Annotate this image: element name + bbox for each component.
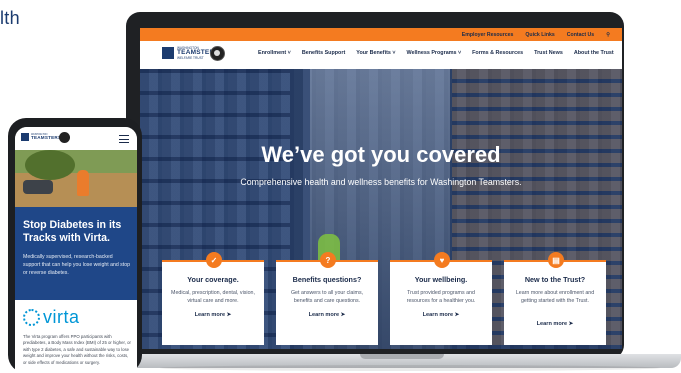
- person: [77, 170, 89, 196]
- hero-subtitle: Comprehensive health and wellness benefi…: [240, 177, 522, 187]
- utility-bar: Employer Resources Quick Links Contact U…: [140, 28, 622, 41]
- logo-big-text: TEAMSTERS: [31, 134, 62, 140]
- composite-mockup: lth Employer Resources Quick Links Conta…: [0, 0, 681, 373]
- heart-hand-icon: ♥: [434, 252, 450, 268]
- card-body: Get answers to all your claims, benefits…: [290, 290, 364, 305]
- virta-logo: virta: [23, 308, 80, 326]
- mobile-hero-title: Stop Diabetes in its Tracks with Virta.: [23, 219, 122, 244]
- mobile-header: WASHINGTON TEAMSTERS: [15, 127, 137, 150]
- card-your-coverage[interactable]: ✓ Your coverage. Medical, prescription, …: [162, 252, 264, 345]
- nav-item-enrollment[interactable]: Enrollment ˅: [258, 50, 291, 56]
- card-your-wellbeing[interactable]: ♥ Your wellbeing. Trust provided program…: [390, 252, 492, 345]
- card-title: Your coverage.: [187, 275, 239, 284]
- hamburger-menu-icon[interactable]: [119, 135, 129, 143]
- cropped-heading-fragment: lth: [0, 8, 20, 28]
- card-title: New to the Trust?: [524, 275, 586, 284]
- nav-item-trust-news[interactable]: Trust News: [534, 50, 563, 56]
- nav-item-your-benefits[interactable]: Your Benefits ˅: [356, 50, 395, 56]
- mobile-hero: Stop Diabetes in its Tracks with Virta. …: [15, 207, 137, 300]
- virta-section: virta The Virta program offers PPO parti…: [15, 300, 137, 373]
- main-navigation: WASHINGTON TEAMSTERS WELFARE TRUST Enrol…: [140, 41, 622, 69]
- nav-item-forms-resources[interactable]: Forms & Resources: [472, 50, 523, 56]
- nav-item-benefits-support[interactable]: Benefits Support: [302, 50, 345, 56]
- tree: [25, 150, 75, 180]
- laptop-shadow: [160, 365, 660, 371]
- search-icon[interactable]: ⚲: [606, 32, 610, 38]
- virta-description: The Virta program offers PPO participant…: [23, 334, 131, 365]
- learn-more-link[interactable]: Learn more ➤: [504, 321, 606, 327]
- virta-ring-icon: [23, 308, 40, 326]
- utility-link-quick-links[interactable]: Quick Links: [525, 32, 554, 38]
- teamsters-seal-icon: [210, 46, 225, 61]
- book-icon: ▤: [548, 252, 564, 268]
- car: [23, 180, 53, 194]
- learn-more-link[interactable]: Learn more ➤: [276, 312, 378, 318]
- laptop-base-notch: [360, 354, 444, 359]
- desktop-website: Employer Resources Quick Links Contact U…: [140, 28, 622, 349]
- card-new-to-the-trust[interactable]: ▤ New to the Trust? Learn more about enr…: [504, 252, 606, 345]
- utility-link-employer-resources[interactable]: Employer Resources: [462, 32, 514, 38]
- learn-more-link[interactable]: Learn more ➤: [162, 312, 264, 318]
- nav-item-about-the-trust[interactable]: About the Trust: [574, 50, 614, 56]
- utility-link-contact-us[interactable]: Contact Us: [567, 32, 594, 38]
- logo-mark-icon: [162, 47, 174, 60]
- question-icon: ?: [320, 252, 336, 268]
- card-body: Learn more about enrollment and getting …: [515, 290, 595, 305]
- mobile-hero-body: Medically supervised, research-backed su…: [23, 254, 130, 276]
- hero-banner: We’ve got you covered Comprehensive heal…: [140, 69, 622, 349]
- card-benefits-questions[interactable]: ? Benefits questions? Get answers to all…: [276, 252, 378, 345]
- nav-menu: Enrollment ˅ Benefits Support Your Benef…: [258, 50, 614, 56]
- logo-mark-icon: [21, 133, 29, 141]
- mobile-hero-photo: [15, 150, 137, 207]
- mobile-site-logo[interactable]: WASHINGTON TEAMSTERS: [21, 133, 61, 141]
- card-title: Your wellbeing.: [414, 275, 468, 284]
- virta-wordmark: virta: [43, 307, 80, 327]
- card-body: Trust provided programs and resources fo…: [406, 290, 476, 305]
- hero-title: We’ve got you covered: [261, 142, 501, 167]
- teamsters-seal-icon: [59, 132, 70, 143]
- nav-item-wellness-programs[interactable]: Wellness Programs ˅: [407, 50, 462, 56]
- card-title: Benefits questions?: [292, 275, 362, 284]
- mobile-website: WASHINGTON TEAMSTERS Stop Diabetes in it…: [15, 127, 137, 373]
- learn-more-link[interactable]: Learn more ➤: [390, 312, 492, 318]
- card-body: Medical, prescription, dental, vision, v…: [171, 290, 255, 305]
- shield-icon: ✓: [206, 252, 222, 268]
